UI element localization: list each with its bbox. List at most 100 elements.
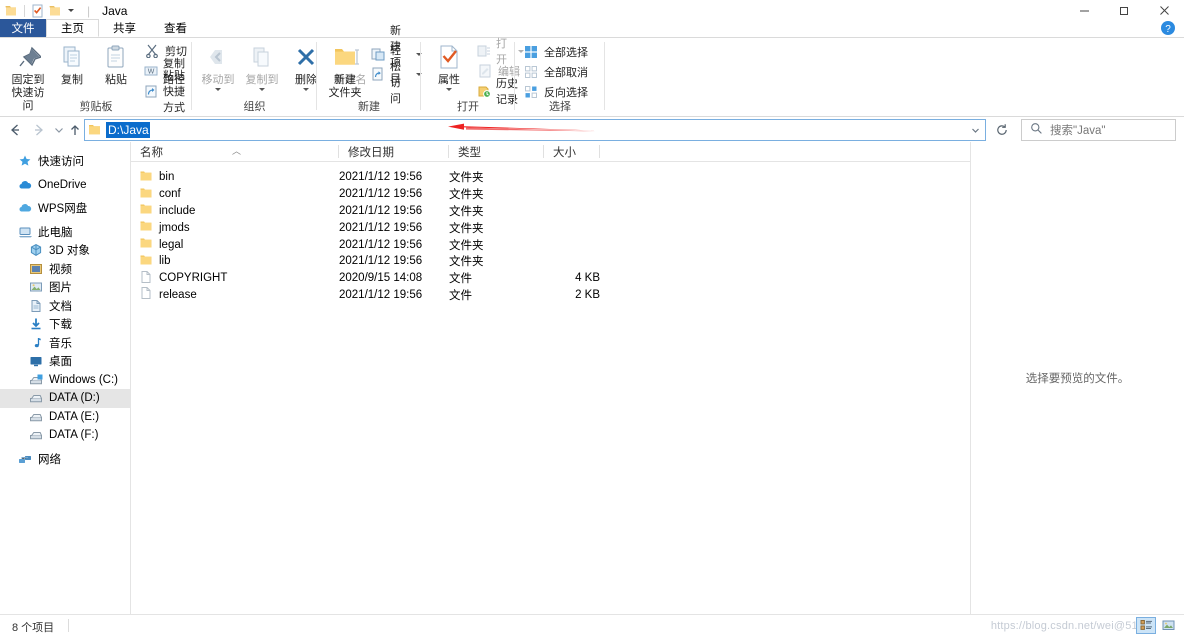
ribbon-select-none-button[interactable]: 全部取消	[521, 63, 590, 81]
music-icon	[28, 335, 44, 351]
sidebar-item-desktop[interactable]: 桌面	[0, 352, 130, 371]
downloads-icon	[28, 316, 44, 332]
sidebar-label: 文档	[49, 300, 72, 313]
table-row[interactable]: conf 2021/1/12 19:56 文件夹	[131, 186, 970, 203]
sidebar-item-3d-objects[interactable]: 3D 对象	[0, 241, 130, 260]
view-large-icons-button[interactable]	[1158, 617, 1178, 634]
chevron-down-icon[interactable]	[302, 88, 311, 94]
chevron-down-icon[interactable]	[445, 88, 454, 94]
tab-share[interactable]: 共享	[99, 19, 150, 37]
sidebar-label: 下载	[49, 319, 72, 332]
maximize-button[interactable]	[1104, 0, 1144, 21]
folder-icon	[140, 187, 152, 202]
file-name-cell[interactable]: release	[140, 287, 197, 302]
file-name-cell[interactable]: include	[140, 203, 195, 218]
tab-file[interactable]: 文件	[0, 19, 46, 37]
table-row[interactable]: legal 2021/1/12 19:56 文件夹	[131, 236, 970, 253]
tab-view[interactable]: 查看	[150, 19, 201, 37]
folder-icon	[88, 123, 102, 137]
sidebar-item-downloads[interactable]: 下载	[0, 315, 130, 334]
table-row[interactable]: release 2021/1/12 19:56 文件 2 KB	[131, 287, 970, 304]
ribbon-copy-to-button[interactable]: 复制到	[240, 40, 284, 94]
sidebar-item-documents[interactable]: 文档	[0, 297, 130, 316]
table-row[interactable]: COPYRIGHT 2020/9/15 14:08 文件 4 KB	[131, 270, 970, 287]
ribbon-copy-button[interactable]: 复制	[50, 40, 94, 87]
paste-shortcut-icon	[144, 83, 158, 99]
table-row[interactable]: jmods 2021/1/12 19:56 文件夹	[131, 219, 970, 236]
status-divider	[68, 619, 69, 632]
quick-access-toolbar: | Java	[0, 0, 127, 21]
address-dropdown-icon[interactable]	[965, 120, 985, 140]
ribbon-group-new: 新建 文件夹 新建项目 轻松访问 新建	[317, 25, 423, 117]
file-name-cell[interactable]: lib	[140, 254, 171, 269]
ribbon-new-folder-button[interactable]: 新建 文件夹	[323, 40, 367, 100]
column-header-date[interactable]: 修改日期	[339, 142, 449, 161]
column-header-size[interactable]: 大小	[544, 142, 600, 161]
chevron-down-icon[interactable]	[415, 71, 423, 78]
3d-objects-icon	[28, 242, 44, 258]
file-name-cell[interactable]: jmods	[140, 220, 190, 235]
close-button[interactable]	[1144, 0, 1184, 21]
sidebar-item-this-pc[interactable]: 此电脑	[0, 223, 130, 242]
chevron-down-icon[interactable]	[415, 51, 423, 58]
table-row[interactable]: lib 2021/1/12 19:56 文件夹	[131, 253, 970, 270]
file-date-cell: 2021/1/12 19:56	[339, 221, 423, 234]
sidebar-item-quick-access[interactable]: 快速访问	[0, 152, 130, 171]
ribbon-move-to-button[interactable]: 移动到	[196, 40, 240, 94]
file-name-cell[interactable]: bin	[140, 170, 174, 185]
address-bar[interactable]: D:\Java	[84, 119, 986, 141]
chevron-down-icon[interactable]	[214, 88, 223, 94]
sidebar-item-data-f[interactable]: DATA (F:)	[0, 426, 130, 445]
new-folder-icon[interactable]	[48, 3, 63, 19]
sidebar-item-wps-cloud[interactable]: WPS网盘	[0, 199, 130, 218]
minimize-button[interactable]	[1064, 0, 1104, 21]
up-button[interactable]	[64, 117, 86, 142]
back-button[interactable]	[4, 117, 26, 142]
column-header-name[interactable]: 名称 ︿	[131, 142, 339, 161]
ribbon-select-all-button[interactable]: 全部选择	[521, 43, 590, 61]
sidebar-item-windows-c[interactable]: Windows (C:)	[0, 371, 130, 390]
sidebar-item-pictures[interactable]: 图片	[0, 278, 130, 297]
file-explorer-window: | Java 文件 主页 共享 查看 ? 固定到 快速访问 复制 粘贴 剪切 W…	[0, 0, 1184, 635]
sidebar-label: DATA (E:)	[49, 410, 100, 423]
column-divider-4[interactable]	[599, 145, 600, 158]
search-box[interactable]: 搜索"Java"	[1021, 119, 1176, 141]
search-input-placeholder[interactable]: 搜索"Java"	[1050, 122, 1105, 138]
ribbon-easy-access-button[interactable]: 轻松访问	[369, 45, 423, 105]
properties-icon	[436, 42, 462, 72]
sidebar-item-data-d[interactable]: DATA (D:)	[0, 389, 130, 408]
address-input-value[interactable]: D:\Java	[106, 122, 150, 138]
folder-icon[interactable]	[4, 3, 19, 19]
ribbon-group-clipboard: 固定到 快速访问 复制 粘贴 剪切 W 复制路径 粘贴快捷方式 剪贴板	[0, 38, 192, 117]
chevron-down-icon[interactable]	[258, 88, 267, 94]
table-row[interactable]: include 2021/1/12 19:56 文件夹	[131, 203, 970, 220]
sidebar-item-network[interactable]: 网络	[0, 450, 130, 469]
ribbon-delete-label: 删除	[295, 74, 317, 86]
sidebar-label: 音乐	[49, 337, 72, 350]
drive-icon	[28, 427, 44, 443]
file-icon	[140, 287, 152, 302]
ribbon-copy-to-label: 复制到	[245, 74, 279, 86]
tab-home[interactable]: 主页	[46, 19, 99, 37]
file-list: 名称 ︿ 修改日期 类型 大小 bin 2021/1/12 19:56 文件夹	[131, 142, 970, 614]
sidebar-item-videos[interactable]: 视频	[0, 260, 130, 279]
customize-caret-icon[interactable]	[66, 5, 77, 16]
sidebar-item-data-e[interactable]: DATA (E:)	[0, 408, 130, 427]
ribbon-properties-button[interactable]: 属性	[427, 40, 471, 94]
ribbon-paste-button[interactable]: 粘贴	[94, 40, 138, 87]
forward-button[interactable]	[28, 117, 50, 142]
view-details-button[interactable]	[1136, 617, 1156, 634]
column-header-type[interactable]: 类型	[449, 142, 544, 161]
file-name-cell[interactable]: legal	[140, 237, 183, 252]
help-icon[interactable]: ?	[1160, 20, 1176, 36]
file-icon	[140, 270, 152, 286]
table-row[interactable]: bin 2021/1/12 19:56 文件夹	[131, 169, 970, 186]
sidebar-label: DATA (F:)	[49, 429, 99, 442]
sidebar-item-music[interactable]: 音乐	[0, 334, 130, 353]
file-name-cell[interactable]: conf	[140, 187, 181, 202]
file-name-cell[interactable]: COPYRIGHT	[140, 270, 227, 286]
properties-icon[interactable]	[30, 3, 45, 19]
refresh-button[interactable]	[991, 119, 1013, 141]
sidebar-item-onedrive[interactable]: OneDrive	[0, 176, 130, 195]
ribbon-group-label-organize: 组织	[243, 101, 266, 113]
